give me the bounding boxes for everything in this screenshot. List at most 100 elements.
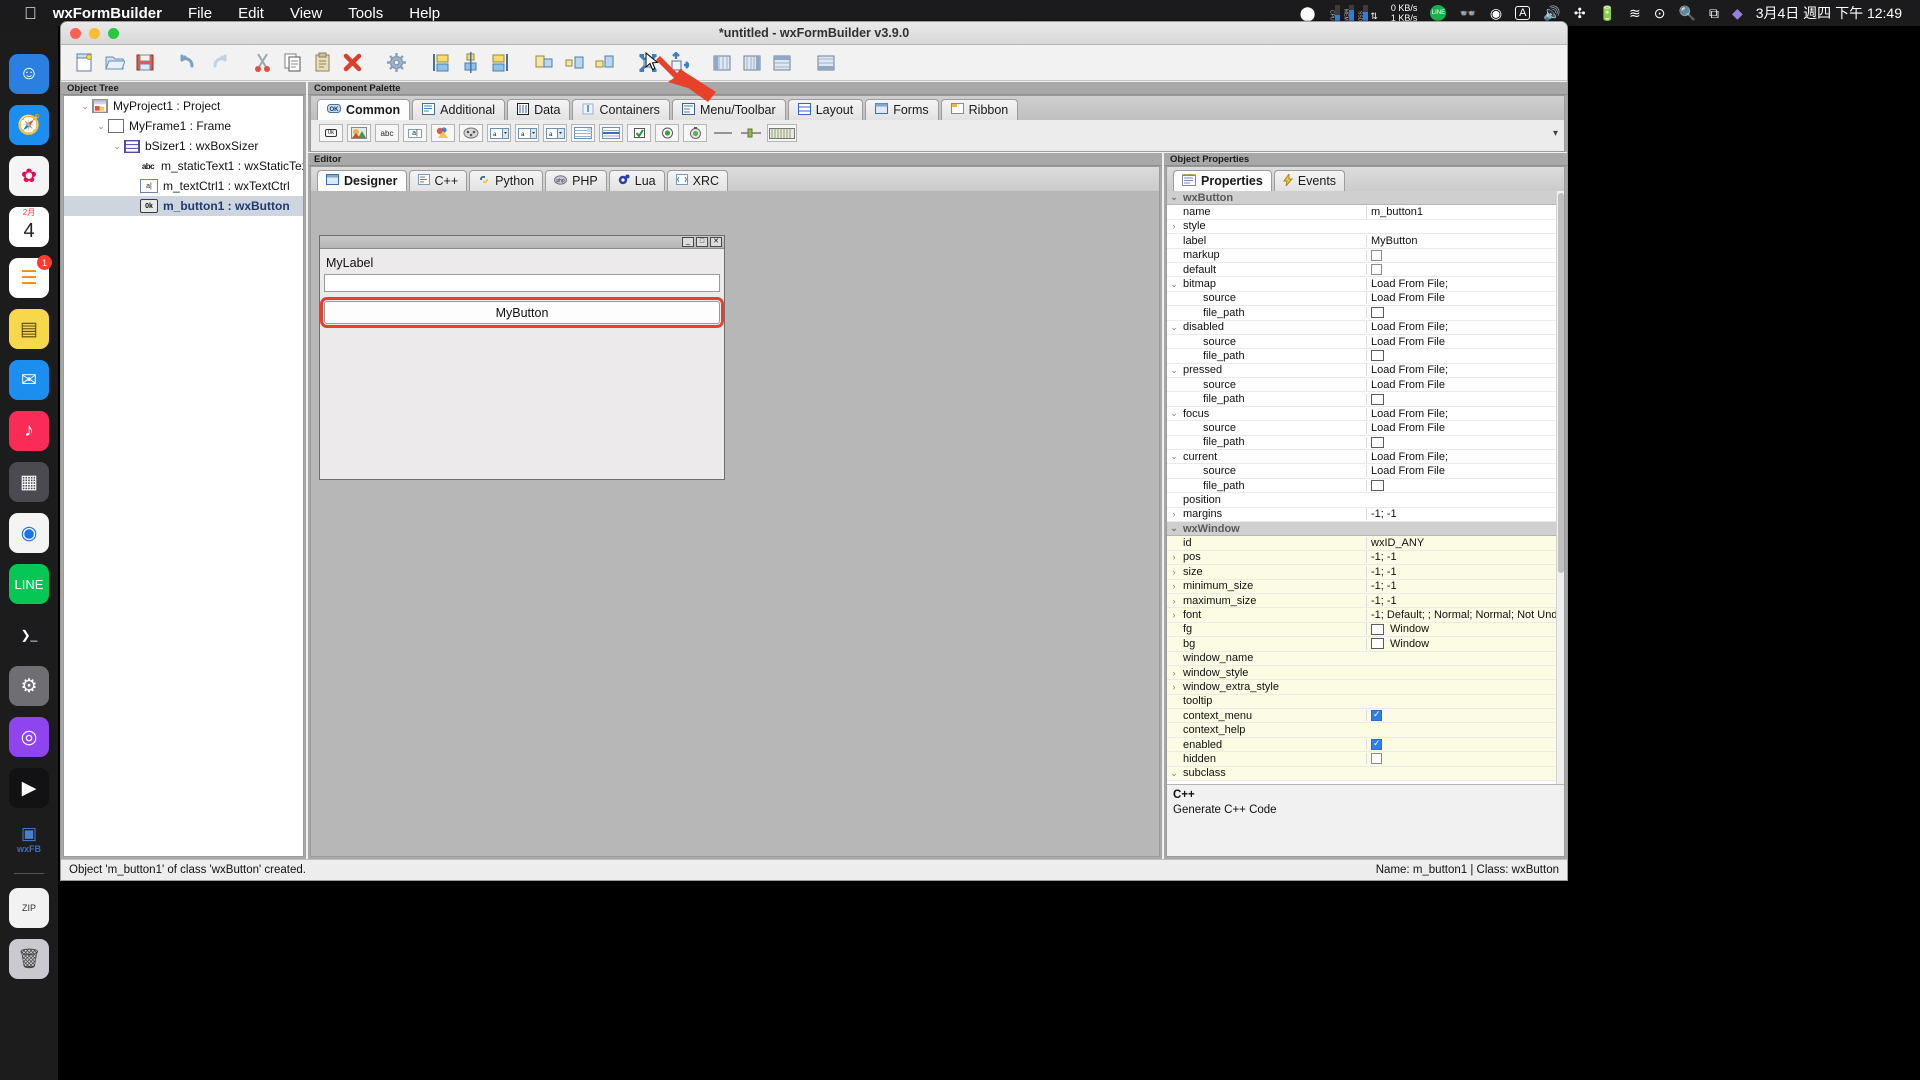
palette-tab-data[interactable]: Data bbox=[507, 99, 571, 120]
property-value[interactable]: Load From File bbox=[1366, 335, 1556, 348]
property-row-hidden[interactable]: hidden bbox=[1167, 752, 1556, 767]
cut-button[interactable] bbox=[247, 48, 277, 78]
preview-close-button[interactable]: ✕ bbox=[710, 237, 722, 247]
property-row-minimum-size[interactable]: › minimum_size -1; -1 bbox=[1167, 579, 1556, 594]
menu-view[interactable]: View bbox=[290, 5, 322, 22]
new-project-button[interactable] bbox=[69, 48, 99, 78]
property-row-context-menu[interactable]: context_menu bbox=[1167, 709, 1556, 724]
property-value[interactable]: m_button1 bbox=[1366, 206, 1556, 219]
timemachine-icon[interactable]: ◉ bbox=[1490, 6, 1502, 20]
chevron-right-icon[interactable]: › bbox=[1167, 552, 1181, 562]
wxstaticline-palette-item[interactable] bbox=[711, 124, 735, 142]
preview-minimize-button[interactable]: _ bbox=[682, 237, 694, 247]
tree-twisty-icon[interactable]: ⌄ bbox=[78, 101, 92, 112]
property-value[interactable] bbox=[1366, 350, 1556, 362]
property-row-pressed[interactable]: ⌄ pressed Load From File; bbox=[1167, 364, 1556, 379]
music-icon[interactable]: ♪ bbox=[9, 411, 49, 451]
property-value[interactable]: Load From File bbox=[1366, 292, 1556, 305]
property-row-fg[interactable]: fg Window bbox=[1167, 622, 1556, 638]
chevron-right-icon[interactable]: › bbox=[1167, 221, 1181, 231]
wxbitmapbutton-palette-item[interactable] bbox=[347, 124, 371, 142]
property-row-markup[interactable]: markup bbox=[1167, 249, 1556, 263]
designer-canvas[interactable]: _ □ ✕ MyLabel MyButton bbox=[311, 191, 1159, 856]
property-row-bitmap[interactable]: ⌄ bitmap Load From File; bbox=[1167, 277, 1556, 292]
save-project-button[interactable] bbox=[129, 48, 159, 78]
wxtogglebutton-palette-item[interactable] bbox=[683, 124, 707, 142]
properties-scrollbar-thumb[interactable] bbox=[1558, 193, 1564, 573]
wxslider-palette-item[interactable] bbox=[739, 124, 763, 142]
open-project-button[interactable] bbox=[99, 48, 129, 78]
property-value[interactable]: wxID_ANY bbox=[1366, 537, 1556, 550]
property-row-focus-source[interactable]: source Load From File bbox=[1167, 421, 1556, 436]
settings-icon[interactable]: ⚙ bbox=[9, 666, 49, 706]
enabled-checkbox[interactable] bbox=[1371, 739, 1382, 751]
property-value[interactable]: Load From File; bbox=[1366, 364, 1556, 377]
preview-frame[interactable]: _ □ ✕ MyLabel MyButton bbox=[319, 235, 725, 480]
menu-help[interactable]: Help bbox=[409, 5, 440, 22]
preview-button[interactable]: MyButton bbox=[320, 297, 724, 328]
bg-color-swatch[interactable] bbox=[1371, 638, 1384, 650]
border-right-button[interactable] bbox=[737, 48, 767, 78]
wxtextctrl-palette-item[interactable]: a| bbox=[403, 124, 427, 142]
generate-code-button[interactable] bbox=[381, 48, 411, 78]
wxstaticbitmap-palette-item[interactable] bbox=[431, 124, 455, 142]
property-row-window-extra-style[interactable]: › window_extra_style bbox=[1167, 680, 1556, 695]
property-row-current-filepath[interactable]: file_path bbox=[1167, 479, 1556, 494]
property-row-size[interactable]: › size -1; -1 bbox=[1167, 565, 1556, 580]
properties-scrollbar[interactable] bbox=[1556, 191, 1564, 784]
property-value[interactable]: Window bbox=[1366, 637, 1556, 650]
properties-grid[interactable]: ⌄ wxButton name m_button1 › style label … bbox=[1167, 191, 1564, 784]
file-path-swatch[interactable] bbox=[1371, 480, 1384, 491]
chevron-right-icon[interactable]: › bbox=[1167, 581, 1181, 591]
palette-tab-containers[interactable]: Containers bbox=[572, 99, 670, 120]
user-account-icon[interactable]: ◆ bbox=[1732, 6, 1743, 20]
search-icon[interactable]: 🔍 bbox=[1679, 6, 1696, 20]
chevron-right-icon[interactable]: › bbox=[1167, 668, 1181, 678]
property-value[interactable]: -1; -1 bbox=[1366, 508, 1556, 521]
podcast-icon[interactable]: ◎ bbox=[9, 717, 49, 757]
photos-icon[interactable]: ✿ bbox=[9, 156, 49, 196]
tree-node-m-statictext1[interactable]: abc m_staticText1 : wxStaticText bbox=[64, 156, 303, 176]
tree-twisty-icon[interactable]: ⌄ bbox=[94, 121, 108, 132]
border-left-button[interactable] bbox=[707, 48, 737, 78]
property-row-tooltip[interactable]: tooltip bbox=[1167, 694, 1556, 710]
battery-icon[interactable]: 🔋 bbox=[1599, 6, 1616, 20]
property-value[interactable]: Load From File; bbox=[1366, 321, 1556, 334]
border-top-button[interactable] bbox=[767, 48, 797, 78]
paste-button[interactable] bbox=[307, 48, 337, 78]
property-value[interactable]: -1; -1 bbox=[1366, 565, 1556, 578]
property-row-bitmap-filepath[interactable]: file_path bbox=[1167, 306, 1556, 321]
property-value[interactable] bbox=[1366, 264, 1556, 276]
chrome-icon[interactable]: ◉ bbox=[9, 513, 49, 553]
safari-icon[interactable]: 🧭 bbox=[9, 105, 49, 145]
property-value[interactable]: -1; -1 bbox=[1366, 551, 1556, 564]
tab-xrc[interactable]: XRC bbox=[666, 170, 729, 191]
wxstatictext-palette-item[interactable]: abc bbox=[375, 124, 399, 142]
object-tree-body[interactable]: ⌄ MyProject1 : Project ⌄ MyFrame1 : Fram… bbox=[63, 95, 304, 857]
wifi-icon[interactable]: ≋ bbox=[1629, 6, 1641, 20]
chevron-right-icon[interactable]: › bbox=[1167, 610, 1181, 620]
record-icon[interactable]: ⬤ bbox=[1300, 6, 1316, 20]
property-row-disabled[interactable]: ⌄ disabled Load From File; bbox=[1167, 321, 1556, 335]
tab-properties[interactable]: Properties bbox=[1173, 170, 1272, 191]
property-row-pressed-filepath[interactable]: file_path bbox=[1167, 392, 1556, 407]
mail-icon[interactable]: ✉ bbox=[9, 360, 49, 400]
property-row-maximum-size[interactable]: › maximum_size -1; -1 bbox=[1167, 593, 1556, 609]
delete-button[interactable] bbox=[337, 48, 367, 78]
mac-active-app-name[interactable]: wxFormBuilder bbox=[53, 5, 162, 22]
align-center-v-button[interactable] bbox=[559, 48, 589, 78]
context-menu-checkbox[interactable] bbox=[1371, 710, 1382, 722]
terminal-icon[interactable]: ❯_ bbox=[9, 615, 49, 655]
line-app-icon[interactable]: LINE bbox=[1430, 5, 1447, 21]
preview-text-input[interactable] bbox=[324, 274, 720, 292]
hidden-checkbox[interactable] bbox=[1371, 753, 1382, 765]
menu-file[interactable]: File bbox=[188, 5, 212, 22]
property-value[interactable] bbox=[1366, 710, 1556, 722]
property-value[interactable] bbox=[1366, 307, 1556, 319]
chevron-down-icon[interactable]: ▾ bbox=[1553, 128, 1558, 139]
chevron-right-icon[interactable]: › bbox=[1167, 682, 1181, 692]
align-top-button[interactable] bbox=[529, 48, 559, 78]
reminders-icon[interactable]: ☰ 1 bbox=[9, 255, 52, 298]
chevron-right-icon[interactable]: › bbox=[1167, 596, 1181, 606]
chevron-down-icon[interactable]: ⌄ bbox=[1167, 768, 1181, 779]
